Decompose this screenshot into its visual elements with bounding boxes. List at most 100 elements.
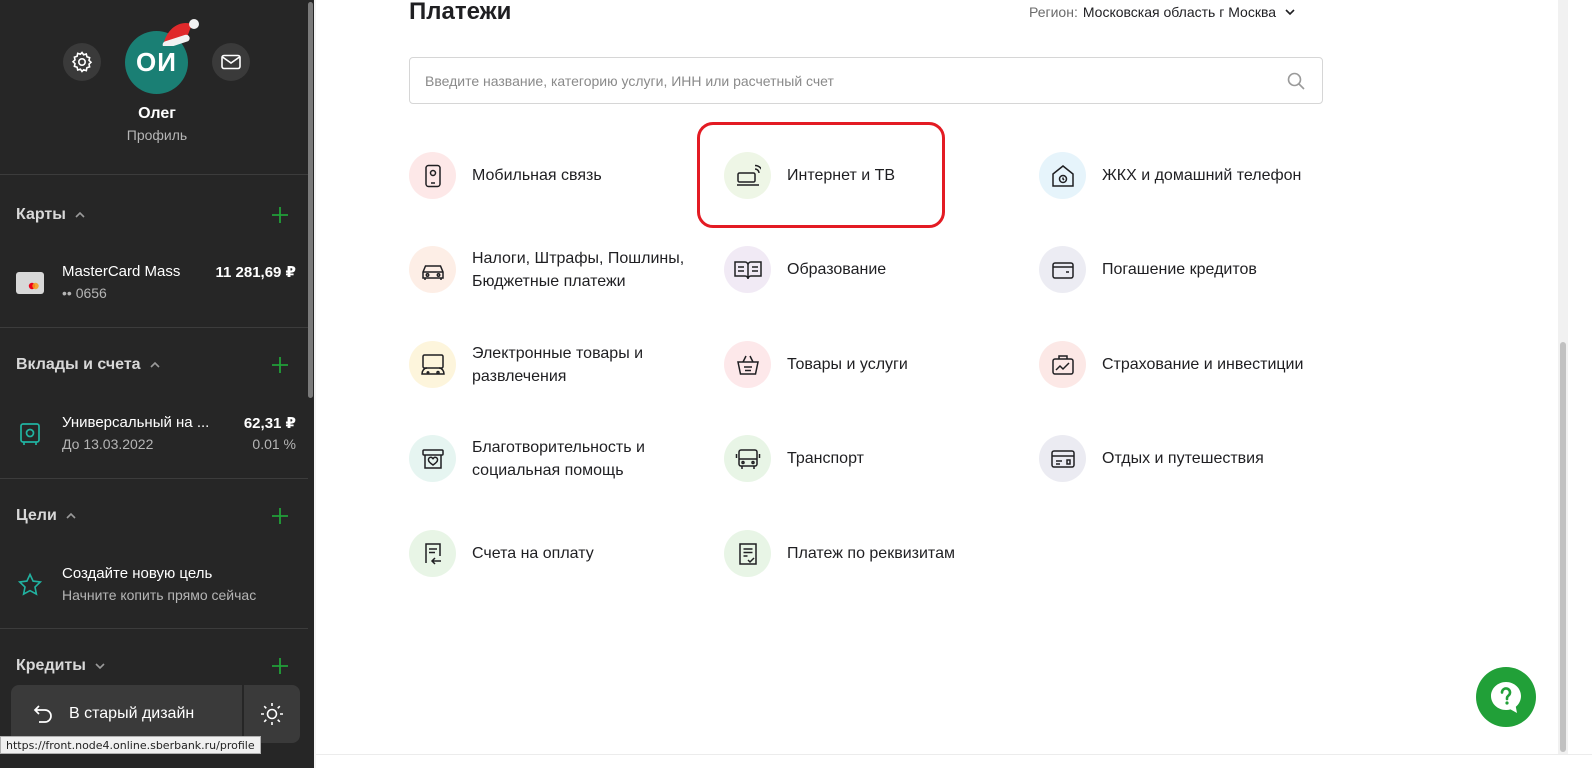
bus-icon (735, 448, 760, 469)
charity-box-icon (421, 448, 444, 469)
chevron-up-icon (66, 512, 76, 519)
old-design-button[interactable]: В старый дизайн (69, 705, 194, 723)
category-icon-circle (724, 246, 771, 293)
category-e-goods[interactable]: Электронные товары и развлечения (409, 341, 699, 389)
category-icon-circle (1039, 341, 1086, 388)
profile-block: ОИ Олег Профиль (0, 0, 314, 160)
divider (314, 0, 316, 768)
category-icon-circle (724, 435, 771, 482)
scrollbar-thumb[interactable] (1560, 342, 1566, 752)
deposit-item[interactable]: Универсальный на ... До 13.03.2022 62,31… (16, 414, 296, 458)
category-payment-by-details[interactable]: Платеж по реквизитам (724, 530, 1014, 578)
category-education[interactable]: Образование (724, 246, 1014, 294)
mastercard-icon (16, 269, 44, 297)
ticket-icon (1050, 449, 1075, 468)
goal-item[interactable]: Создайте новую цель Начните копить прямо… (16, 565, 296, 609)
sidebar-scrollbar[interactable] (308, 2, 313, 398)
category-label: Страхование и инвестиции (1102, 356, 1304, 373)
briefcase-icon (1051, 354, 1074, 375)
section-title: Цели (16, 507, 57, 524)
category-charity[interactable]: Благотворительность и социальная помощь (409, 435, 699, 483)
add-credit-icon[interactable] (270, 656, 290, 676)
settings-button[interactable] (63, 43, 101, 81)
goal-sub: Начните копить прямо сейчас (62, 587, 257, 603)
section-deposits-header[interactable]: Вклады и счета (16, 353, 296, 377)
category-label: Налоги, Штрафы, Пошлины, Бюджетные плате… (472, 250, 685, 290)
chevron-down-icon (1285, 9, 1295, 16)
star-icon (16, 571, 44, 599)
category-icon-circle (724, 341, 771, 388)
search-icon[interactable] (1286, 71, 1306, 91)
messages-button[interactable] (212, 43, 250, 81)
help-chat-button[interactable] (1476, 667, 1536, 727)
divider (0, 174, 308, 175)
category-label: Погашение кредитов (1102, 261, 1257, 278)
section-title: Вклады и счета (16, 356, 141, 373)
category-icon-circle (409, 530, 456, 577)
category-utilities[interactable]: ЖКХ и домашний телефон (1039, 152, 1329, 200)
category-label: Счета на оплату (472, 545, 594, 562)
footer-edge (316, 754, 1592, 768)
section-cards-header[interactable]: Карты (16, 203, 296, 227)
category-icon-circle (1039, 435, 1086, 482)
search-placeholder: Введите название, категорию услуги, ИНН … (425, 73, 834, 89)
region-selector[interactable]: Регион: Московская область г Москва (1029, 4, 1296, 20)
book-icon (733, 260, 762, 279)
section-title: Кредиты (16, 657, 86, 674)
section-goals-header[interactable]: Цели (16, 504, 296, 528)
page-title: Платежи (409, 0, 512, 25)
basket-icon (736, 355, 759, 375)
add-card-icon[interactable] (270, 205, 290, 225)
category-icon-circle (409, 152, 456, 199)
deposit-balance: 62,31 ₽ (243, 415, 296, 432)
category-label: Образование (787, 261, 887, 278)
category-icon-circle (724, 530, 771, 577)
profile-link[interactable]: Профиль (0, 127, 314, 143)
card-item[interactable]: MasterCard Mass •• 0656 11 281,69 ₽ (16, 263, 296, 307)
theme-toggle-sun-icon[interactable] (259, 701, 285, 727)
category-invoices[interactable]: Счета на оплату (409, 530, 699, 578)
main-scrollbar[interactable] (1558, 0, 1568, 768)
category-label: ЖКХ и домашний телефон (1102, 167, 1302, 184)
category-label: Отдых и путешествия (1102, 450, 1264, 467)
section-credits-header[interactable]: Кредиты (16, 654, 296, 678)
category-label: Электронные товары и развлечения (472, 345, 644, 385)
deposit-name: Универсальный на ... (62, 414, 210, 431)
browser-status-url: https://front.node4.online.sberbank.ru/p… (0, 736, 261, 754)
category-travel[interactable]: Отдых и путешествия (1039, 435, 1329, 483)
category-goods-services[interactable]: Товары и услуги (724, 341, 1014, 389)
category-icon-circle (409, 435, 456, 482)
avatar-initials: ОИ (136, 47, 177, 77)
category-transport[interactable]: Транспорт (724, 435, 1014, 483)
chevron-up-icon (75, 211, 85, 218)
category-icon-circle (1039, 246, 1086, 293)
mobile-icon (424, 164, 441, 187)
add-goal-icon[interactable] (270, 506, 290, 526)
category-insurance[interactable]: Страхование и инвестиции (1039, 341, 1329, 389)
category-label: Мобильная связь (472, 167, 602, 184)
house-icon (1051, 164, 1074, 187)
category-icon-circle (409, 246, 456, 293)
divider (242, 685, 244, 743)
profile-name[interactable]: Олег (0, 105, 314, 123)
category-icon-circle (1039, 152, 1086, 199)
santa-hat-icon (162, 19, 199, 46)
mail-icon (221, 54, 241, 70)
category-label: Товары и услуги (787, 356, 908, 373)
invoice-icon (424, 542, 441, 565)
highlight-annotation (697, 122, 945, 228)
category-label: Транспорт (787, 450, 864, 467)
region-label: Регион: (1029, 4, 1078, 20)
old-design-bar: В старый дизайн (11, 685, 300, 743)
search-input[interactable]: Введите название, категорию услуги, ИНН … (409, 57, 1323, 104)
section-title: Карты (16, 206, 66, 223)
category-taxes[interactable]: Налоги, Штрафы, Пошлины, Бюджетные плате… (409, 246, 699, 294)
undo-arrow-icon (33, 705, 52, 723)
category-loans[interactable]: Погашение кредитов (1039, 246, 1329, 294)
chevron-up-icon (149, 361, 160, 368)
category-mobile[interactable]: Мобильная связь (409, 152, 699, 200)
add-deposit-icon[interactable] (270, 355, 290, 375)
gear-icon (71, 51, 93, 73)
category-label: Платеж по реквизитам (787, 545, 955, 562)
divider (0, 478, 308, 479)
